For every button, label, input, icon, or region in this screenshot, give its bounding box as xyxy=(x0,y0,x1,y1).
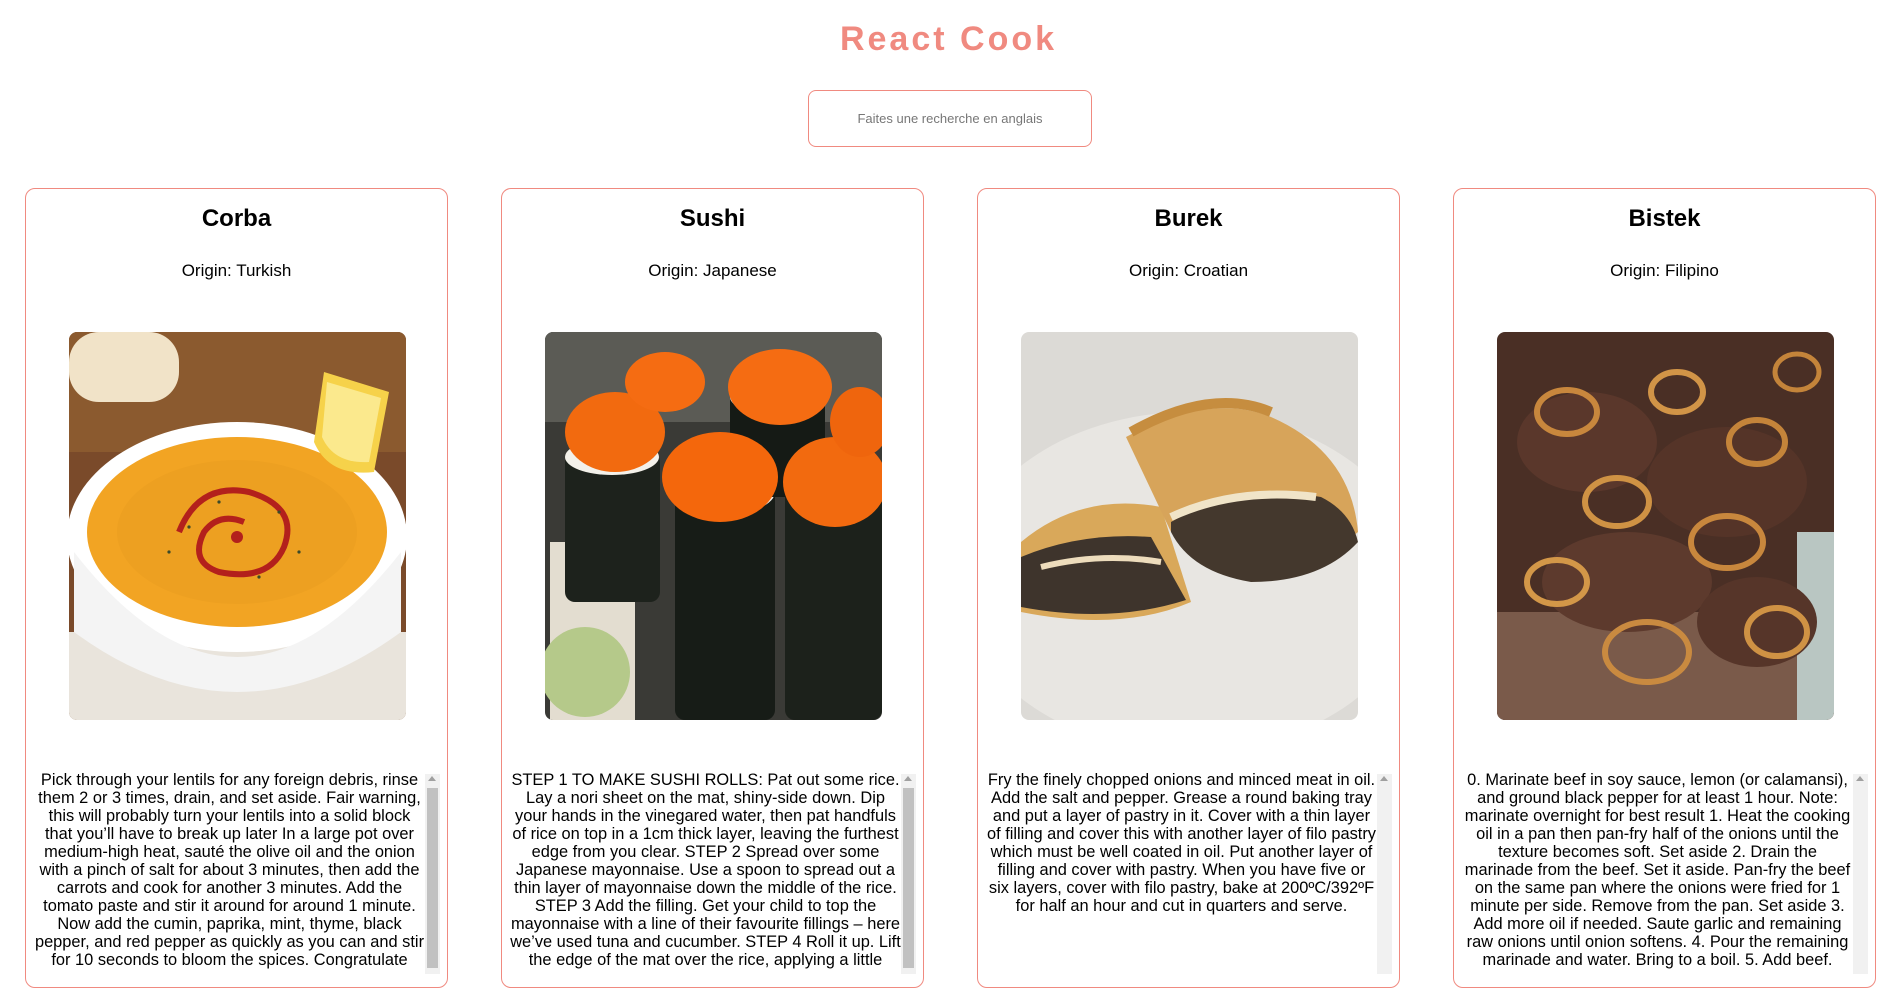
search-input[interactable] xyxy=(808,90,1092,147)
meal-instructions: 0. Marinate beef in soy sauce, lemon (or… xyxy=(1464,771,1851,971)
sushi-rolls-image xyxy=(545,332,882,720)
meal-origin: Origin: Turkish xyxy=(181,261,292,280)
meal-instructions: STEP 1 TO MAKE SUSHI ROLLS: Pat out some… xyxy=(510,771,901,971)
meal-instructions: Fry the finely chopped onions and minced… xyxy=(986,771,1376,915)
meal-name: Sushi xyxy=(679,205,746,232)
instructions-scrollbar[interactable] xyxy=(901,774,916,974)
scroll-up-arrow-icon[interactable] xyxy=(1380,776,1388,781)
meal-card: Burek Origin: Croatian Fry the finely ch… xyxy=(977,188,1400,988)
meal-name: Corba xyxy=(201,205,272,232)
instructions-scrollbar[interactable] xyxy=(1377,774,1392,974)
meal-name: Bistek xyxy=(1628,205,1701,232)
meal-instructions: Pick through your lentils for any foreig… xyxy=(34,771,425,971)
meal-origin: Origin: Filipino xyxy=(1610,261,1719,280)
meal-origin: Origin: Japanese xyxy=(648,261,777,280)
lentil-soup-image xyxy=(69,332,406,720)
instructions-scrollbar[interactable] xyxy=(425,774,440,974)
meal-image xyxy=(1021,332,1358,720)
meal-name: Burek xyxy=(1154,205,1223,232)
scroll-up-arrow-icon[interactable] xyxy=(904,776,912,781)
bistek-beef-image xyxy=(1497,332,1834,720)
meal-image xyxy=(1497,332,1834,720)
meal-card-list: Corba Origin: Turkish Pick through your … xyxy=(0,188,1897,988)
meal-image xyxy=(69,332,406,720)
instructions-scrollbar[interactable] xyxy=(1853,774,1868,974)
scroll-up-arrow-icon[interactable] xyxy=(1856,776,1864,781)
burek-pastry-image xyxy=(1021,332,1358,720)
scroll-up-arrow-icon[interactable] xyxy=(428,776,436,781)
scroll-thumb[interactable] xyxy=(903,788,914,968)
meal-card: Corba Origin: Turkish Pick through your … xyxy=(25,188,448,988)
meal-card: Bistek Origin: Filipino 0. Marinate beef… xyxy=(1453,188,1876,988)
meal-card: Sushi Origin: Japanese STEP 1 TO MAKE SU… xyxy=(501,188,924,988)
meal-origin: Origin: Croatian xyxy=(1128,261,1249,280)
meal-image xyxy=(545,332,882,720)
scroll-thumb[interactable] xyxy=(427,788,438,968)
app-title: React Cook xyxy=(839,20,1058,58)
